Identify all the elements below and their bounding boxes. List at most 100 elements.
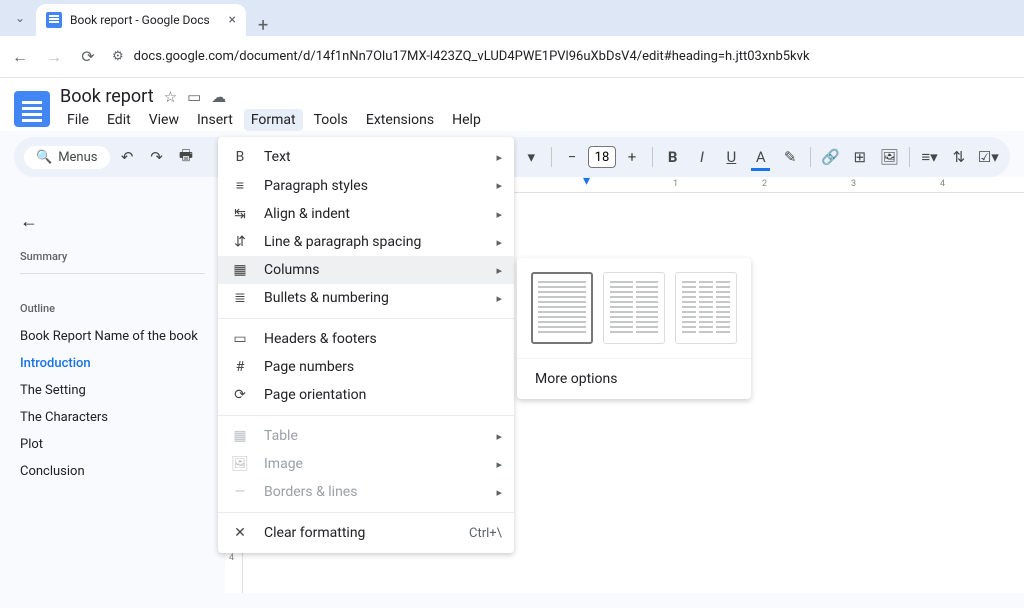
columns-more-options[interactable]: More options <box>517 358 751 399</box>
redo-button[interactable]: ↷ <box>145 145 168 169</box>
ruler-mark: 3 <box>851 179 856 189</box>
outline-back-button[interactable]: ← <box>20 211 205 232</box>
format-menu-columns[interactable]: ▦Columns▸ <box>218 256 514 284</box>
menu-edit[interactable]: Edit <box>100 109 138 131</box>
outline-item[interactable]: Introduction <box>20 356 205 371</box>
reload-button[interactable]: ⟳ <box>78 47 98 66</box>
undo-button[interactable]: ↶ <box>116 145 139 169</box>
move-icon[interactable]: ▭ <box>187 88 201 106</box>
search-icon: 🔍 <box>36 150 52 165</box>
menu-insert[interactable]: Insert <box>190 109 240 131</box>
vruler-mark: 4 <box>229 553 234 563</box>
outline-item[interactable]: The Setting <box>20 383 205 398</box>
menu-item-label: Table <box>264 428 482 444</box>
menu-item-label: Text <box>264 149 482 165</box>
insert-image-button[interactable]: 🖼 <box>878 145 901 169</box>
menu-item-label: Borders & lines <box>264 484 482 500</box>
italic-button[interactable]: I <box>690 145 713 169</box>
format-menu-table: ▦Table▸ <box>218 422 514 450</box>
menu-extensions[interactable]: Extensions <box>359 109 441 131</box>
menu-item-label: Page numbers <box>264 359 502 375</box>
page-orientation-icon: ⟳ <box>230 387 250 403</box>
align-indent-icon: ↹ <box>230 206 250 222</box>
decrease-font-button[interactable]: − <box>560 145 584 169</box>
add-comment-button[interactable]: ⊞ <box>848 145 871 169</box>
indent-marker[interactable] <box>583 177 593 187</box>
menu-item-label: Page orientation <box>264 387 502 403</box>
outline-item[interactable]: Conclusion <box>20 464 205 479</box>
separator <box>810 147 811 167</box>
columns-option-1[interactable] <box>531 272 593 344</box>
increase-font-button[interactable]: + <box>620 145 644 169</box>
submenu-arrow-icon: ▸ <box>496 486 502 499</box>
format-menu-bullets-numbering[interactable]: ≣Bullets & numbering▸ <box>218 284 514 312</box>
browser-nav-bar: ← → ⟳ ⚙ docs.google.com/document/d/14f1n… <box>0 36 1024 78</box>
new-tab-button[interactable]: + <box>246 15 280 36</box>
paragraph-styles-icon: ≡ <box>230 177 250 194</box>
dropdown-chevron[interactable]: ▾ <box>520 145 543 169</box>
font-size-input[interactable] <box>588 146 616 168</box>
docs-logo[interactable] <box>14 91 50 127</box>
menus-search[interactable]: 🔍 Menus <box>24 146 110 169</box>
highlight-button[interactable]: ✎ <box>778 145 801 169</box>
document-title[interactable]: Book report <box>60 86 154 107</box>
menu-tools[interactable]: Tools <box>307 109 355 131</box>
format-menu-clear-formatting[interactable]: ✕Clear formattingCtrl+\ <box>218 519 514 547</box>
outline-item[interactable]: Plot <box>20 437 205 452</box>
outline-heading: Outline <box>20 302 205 315</box>
bold-button[interactable]: B <box>661 145 684 169</box>
menu-divider <box>218 512 514 513</box>
insert-link-button[interactable]: 🔗 <box>819 145 842 169</box>
menu-format[interactable]: Format <box>244 109 303 131</box>
forward-button[interactable]: → <box>44 47 64 67</box>
menu-item-label: Image <box>264 456 482 472</box>
format-menu-page-numbers[interactable]: # Page numbers <box>218 353 514 381</box>
bullets-numbering-icon: ≣ <box>230 290 250 306</box>
format-menu-paragraph-styles[interactable]: ≡Paragraph styles▸ <box>218 171 514 200</box>
ruler-mark: 1 <box>673 179 678 189</box>
menu-item-label: Headers & footers <box>264 331 502 347</box>
page-numbers-icon: # <box>230 359 250 375</box>
tab-title: Book report - Google Docs <box>70 13 221 27</box>
columns-option-3[interactable] <box>675 272 737 344</box>
format-menu-line-paragraph-spacing[interactable]: ⇵Line & paragraph spacing▸ <box>218 228 514 256</box>
format-dropdown-menu: BText▸≡Paragraph styles▸↹Align & indent▸… <box>218 137 514 553</box>
print-button[interactable]: 🖶 <box>174 145 197 169</box>
format-menu-headers-footers[interactable]: ▭Headers & footers <box>218 325 514 353</box>
columns-submenu: More options <box>517 258 751 399</box>
tab-search-button[interactable]: ⌄ <box>8 4 32 32</box>
image-icon: 🖼 <box>230 456 250 472</box>
site-settings-icon[interactable]: ⚙ <box>112 49 124 64</box>
menu-view[interactable]: View <box>142 109 186 131</box>
menu-help[interactable]: Help <box>445 109 488 131</box>
submenu-arrow-icon: ▸ <box>496 264 502 277</box>
menu-item-label: Paragraph styles <box>264 178 482 194</box>
close-tab-icon[interactable]: × <box>229 12 236 28</box>
outline-item[interactable]: The Characters <box>20 410 205 425</box>
star-icon[interactable]: ☆ <box>164 88 177 106</box>
menu-file[interactable]: File <box>60 109 96 131</box>
submenu-arrow-icon: ▸ <box>496 236 502 249</box>
line-spacing-button[interactable]: ⇅ <box>947 145 970 169</box>
separator <box>909 147 910 167</box>
underline-button[interactable]: U <box>720 145 743 169</box>
horizontal-ruler[interactable]: 1 2 3 4 <box>468 177 1024 193</box>
back-button[interactable]: ← <box>10 47 30 67</box>
submenu-arrow-icon: ▸ <box>496 208 502 221</box>
font-size-control: − + <box>560 145 644 169</box>
summary-heading[interactable]: Summary <box>20 250 205 274</box>
format-menu-text[interactable]: BText▸ <box>218 143 514 171</box>
address-bar[interactable]: ⚙ docs.google.com/document/d/14f1nNn7Olu… <box>112 49 1014 64</box>
submenu-arrow-icon: ▸ <box>496 292 502 305</box>
columns-option-2[interactable] <box>603 272 665 344</box>
checklist-button[interactable]: ☑▾ <box>977 145 1000 169</box>
format-menu-align-indent[interactable]: ↹Align & indent▸ <box>218 200 514 228</box>
separator <box>652 147 653 167</box>
outline-item[interactable]: Book Report Name of the book <box>20 329 205 344</box>
format-menu-page-orientation[interactable]: ⟳ Page orientation <box>218 381 514 409</box>
text-color-button[interactable]: A <box>749 145 772 169</box>
browser-tab[interactable]: Book report - Google Docs × <box>36 4 246 36</box>
align-button[interactable]: ≡▾ <box>918 145 941 169</box>
ruler-mark: 2 <box>762 179 767 189</box>
cloud-status-icon[interactable]: ☁ <box>211 88 226 106</box>
